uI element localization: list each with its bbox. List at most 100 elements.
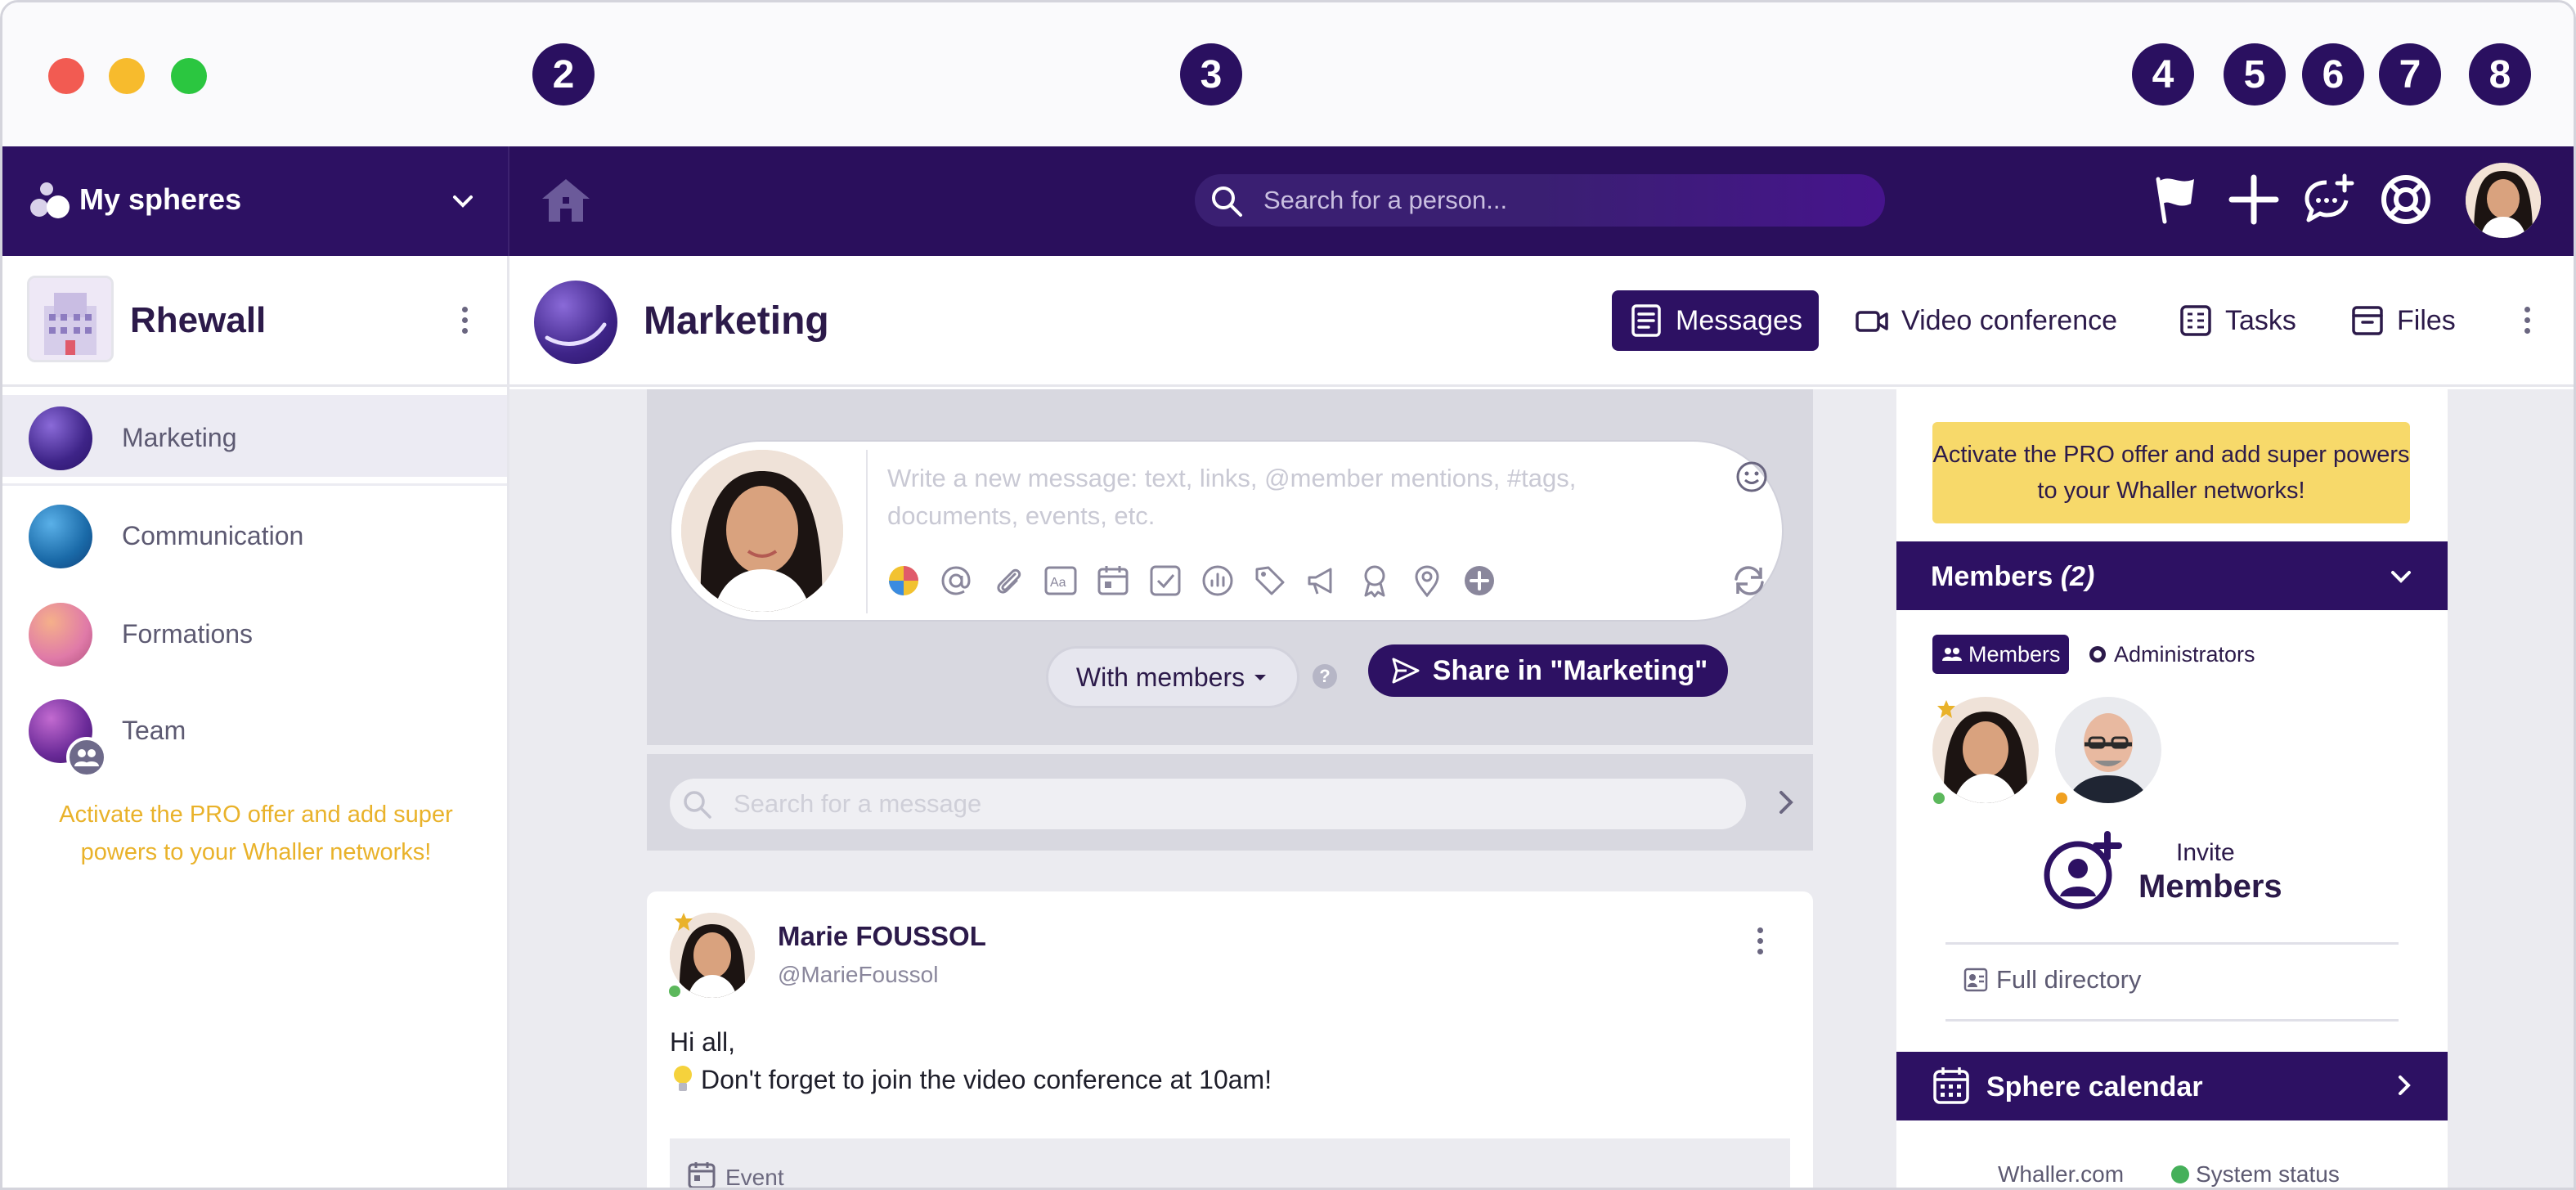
share-label: Share in "Marketing" bbox=[1432, 654, 1708, 686]
divider bbox=[1945, 942, 2399, 945]
close-window-button[interactable] bbox=[48, 58, 84, 94]
checkbox-icon[interactable] bbox=[1147, 563, 1183, 599]
directory-icon bbox=[1963, 968, 1988, 992]
help-icon[interactable]: ? bbox=[1313, 664, 1337, 689]
sidebar: Rhewall Marketing Communication Formatio… bbox=[2, 256, 509, 1188]
plus-icon[interactable] bbox=[2225, 171, 2282, 228]
system-status-link[interactable]: System status bbox=[2171, 1161, 2340, 1188]
sidebar-item-formations[interactable]: Formations bbox=[2, 591, 507, 673]
admin-badge-icon bbox=[675, 913, 693, 931]
post-event-attachment[interactable]: Event bbox=[670, 1138, 1790, 1188]
chevron-down-icon bbox=[453, 195, 473, 208]
post-menu-button[interactable] bbox=[1756, 927, 1764, 960]
members-count: (2) bbox=[2060, 561, 2095, 592]
mention-icon[interactable] bbox=[938, 563, 974, 599]
lightbulb-icon bbox=[674, 1066, 692, 1091]
search-icon bbox=[684, 791, 711, 819]
invite-members-button[interactable]: Invite Members bbox=[2042, 831, 2320, 913]
callout-marker: 2 bbox=[532, 43, 595, 106]
chevron-down-icon bbox=[2391, 571, 2411, 583]
author-avatar bbox=[681, 450, 843, 612]
chevron-right-icon[interactable] bbox=[1772, 788, 1800, 816]
svg-text:Aa: Aa bbox=[1050, 576, 1066, 590]
colored-background-icon[interactable] bbox=[886, 563, 922, 599]
sidebar-item-label: Formations bbox=[122, 619, 254, 649]
tab-tasks[interactable]: Tasks bbox=[2178, 290, 2296, 351]
award-icon[interactable] bbox=[1357, 563, 1393, 599]
poll-icon[interactable] bbox=[1200, 563, 1236, 599]
full-directory-label: Full directory bbox=[1996, 965, 2142, 994]
sidebar-item-marketing[interactable]: Marketing bbox=[2, 395, 507, 477]
location-icon[interactable] bbox=[1409, 563, 1445, 599]
help-lifebuoy-icon[interactable] bbox=[2377, 171, 2435, 228]
tasks-icon bbox=[2180, 305, 2211, 336]
pro-offer-link[interactable]: Activate the PRO offer and add super pow… bbox=[27, 796, 485, 871]
flag-icon[interactable] bbox=[2147, 171, 2204, 228]
composer-bubble: Write a new message: text, links, @membe… bbox=[670, 440, 1784, 622]
minimize-window-button[interactable] bbox=[109, 58, 145, 94]
my-spheres-selector[interactable]: My spheres bbox=[2, 146, 509, 256]
chat-add-icon[interactable] bbox=[2300, 171, 2358, 228]
home-icon[interactable] bbox=[539, 176, 593, 225]
sphere-side-panel: Activate the PRO offer and add super pow… bbox=[1896, 389, 2448, 1188]
admin-badge-icon bbox=[2089, 646, 2106, 662]
post-author-handle: @MarieFoussol bbox=[778, 962, 939, 987]
system-status-label: System status bbox=[2196, 1161, 2340, 1187]
app-window: 2 3 4 5 6 7 8 My spheres Search for a pe… bbox=[0, 0, 2576, 1190]
members-section-header[interactable]: Members (2) bbox=[1896, 541, 2448, 610]
user-avatar[interactable] bbox=[2466, 163, 2541, 238]
message-search-input[interactable] bbox=[734, 785, 1715, 823]
person-search[interactable] bbox=[1195, 174, 1885, 227]
members-filter-chip[interactable]: Members bbox=[1932, 635, 2069, 674]
messages-icon bbox=[1631, 304, 1661, 337]
online-status-dot bbox=[666, 983, 683, 999]
message-search[interactable] bbox=[670, 779, 1746, 829]
sidebar-item-label: Team bbox=[122, 716, 186, 745]
invite-line1: Invite bbox=[2176, 839, 2235, 866]
sphere-calendar-header[interactable]: Sphere calendar bbox=[1896, 1052, 2448, 1120]
text-format-icon[interactable]: Aa bbox=[1043, 563, 1079, 599]
tab-label: Files bbox=[2397, 304, 2456, 336]
full-directory-link[interactable]: Full directory bbox=[1962, 965, 2141, 995]
administrators-filter-chip[interactable]: Administrators bbox=[2086, 635, 2255, 674]
person-search-input[interactable] bbox=[1263, 181, 1852, 220]
status-dot bbox=[2171, 1165, 2189, 1183]
whaller-link[interactable]: Whaller.com bbox=[1998, 1161, 2124, 1188]
maximize-window-button[interactable] bbox=[171, 58, 207, 94]
share-button[interactable]: Share in "Marketing" bbox=[1368, 644, 1728, 697]
composer-toolbar: Aa bbox=[886, 563, 1497, 599]
callout-marker: 4 bbox=[2132, 43, 2194, 106]
divider bbox=[866, 450, 868, 613]
user-avatar-image bbox=[2466, 163, 2541, 238]
audience-select[interactable]: With members bbox=[1046, 646, 1299, 708]
network-logo[interactable] bbox=[27, 276, 114, 362]
pro-offer-banner[interactable]: Activate the PRO offer and add super pow… bbox=[1932, 422, 2410, 523]
announcement-icon[interactable] bbox=[1304, 563, 1340, 599]
add-more-icon[interactable] bbox=[1461, 563, 1497, 599]
page-title: Marketing bbox=[644, 299, 829, 343]
message-input[interactable]: Write a new message: text, links, @membe… bbox=[887, 460, 1672, 535]
calendar-icon[interactable] bbox=[1095, 563, 1131, 599]
emoji-icon[interactable] bbox=[1735, 460, 1769, 494]
attachment-icon[interactable] bbox=[990, 563, 1026, 599]
callout-marker: 7 bbox=[2379, 43, 2441, 106]
tab-messages[interactable]: Messages bbox=[1612, 290, 1819, 351]
tag-icon[interactable] bbox=[1252, 563, 1288, 599]
sphere-menu-button[interactable] bbox=[2523, 307, 2531, 339]
tab-video-conference[interactable]: Video conference bbox=[1854, 290, 2117, 351]
network-menu-button[interactable] bbox=[460, 307, 469, 339]
sidebar-item-team[interactable]: Team bbox=[2, 688, 507, 778]
post-author-name[interactable]: Marie FOUSSOL bbox=[778, 921, 986, 952]
refresh-icon[interactable] bbox=[1731, 563, 1767, 599]
sidebar-item-label: Marketing bbox=[122, 423, 237, 452]
online-status-dot bbox=[1931, 790, 1947, 806]
tab-files[interactable]: Files bbox=[2349, 290, 2456, 351]
away-status-dot bbox=[2053, 790, 2070, 806]
divider bbox=[1945, 1019, 2399, 1022]
sphere-avatar bbox=[534, 281, 617, 364]
caret-down-icon bbox=[1254, 675, 1267, 680]
sidebar-item-communication[interactable]: Communication bbox=[2, 493, 507, 575]
member-avatar[interactable] bbox=[2055, 697, 2161, 803]
divider bbox=[2, 483, 507, 486]
video-camera-icon bbox=[1856, 311, 1888, 332]
